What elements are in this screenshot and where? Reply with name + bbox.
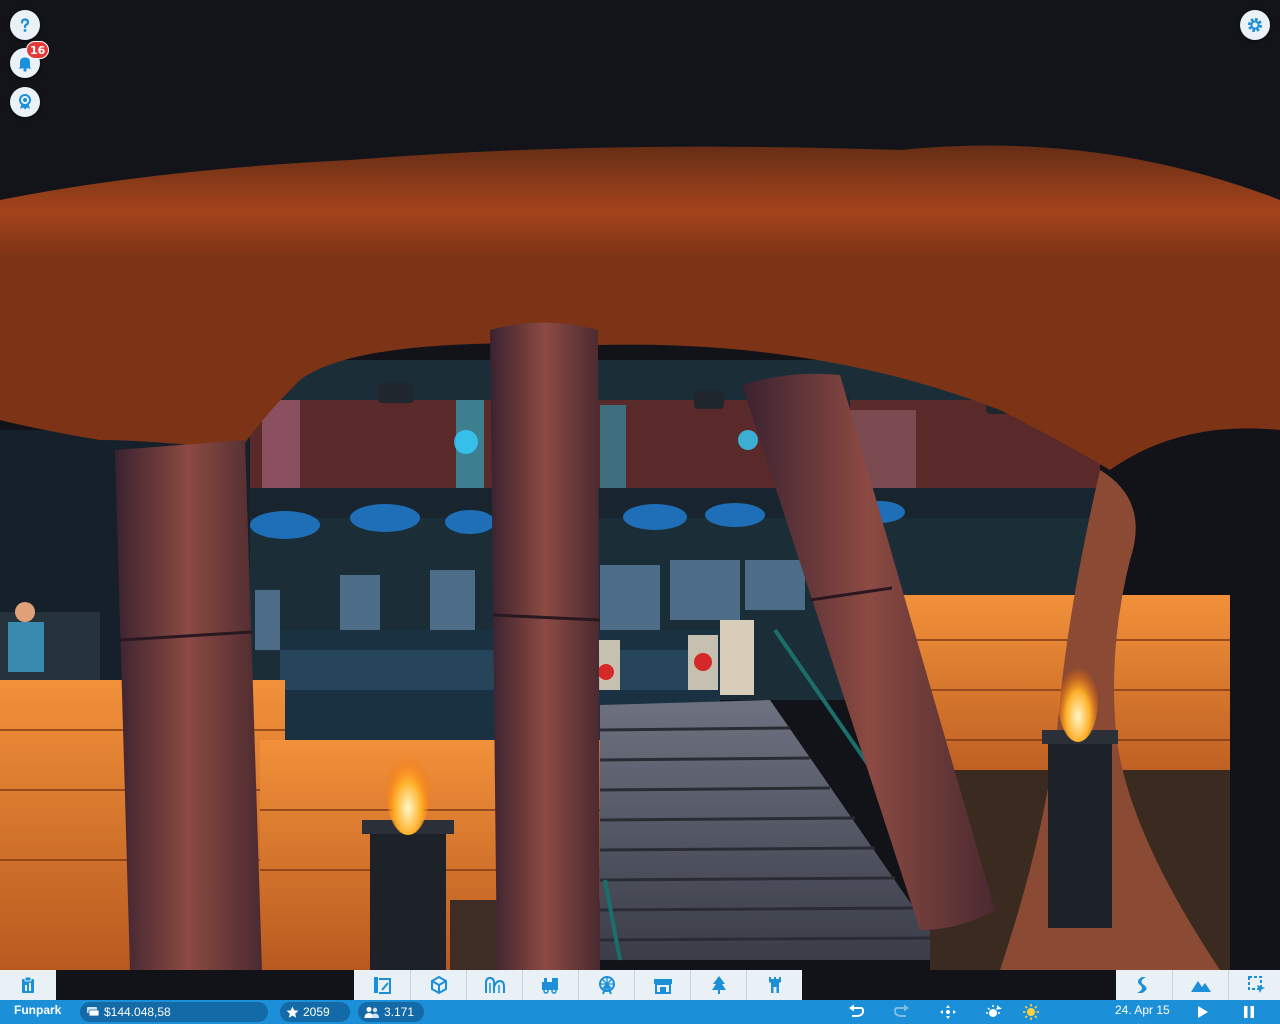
blueprints-button[interactable] [354, 970, 410, 1000]
help-button[interactable] [10, 10, 40, 40]
redo-button[interactable] [891, 1002, 913, 1022]
blueprint-icon [374, 977, 391, 994]
day-night-button[interactable] [983, 1002, 1005, 1022]
cave-scene [0, 0, 1280, 1024]
play-icon [1198, 1006, 1208, 1018]
settings-button[interactable] [1240, 10, 1270, 40]
coaster-icon [484, 976, 505, 993]
selection-icon [1247, 976, 1265, 993]
paths-button[interactable] [1116, 970, 1172, 1000]
clipboard-icon [22, 976, 34, 993]
pause-icon [1244, 1006, 1254, 1018]
path-icon [1137, 977, 1147, 993]
game-viewport[interactable] [0, 0, 1280, 1024]
flat-rides-button[interactable] [578, 970, 634, 1000]
awards-button[interactable] [10, 87, 40, 117]
notification-count-badge: 16 [26, 41, 50, 59]
weather-indicator[interactable] [1020, 1002, 1042, 1022]
award-icon [19, 94, 31, 110]
guests-display[interactable]: 3.171 [358, 1002, 424, 1022]
undo-button[interactable] [845, 1002, 867, 1022]
star-icon [286, 1006, 299, 1018]
transport-rides-button[interactable] [522, 970, 578, 1000]
undo-icon [849, 1004, 865, 1017]
tree-icon [711, 976, 726, 994]
toolbar-center [354, 970, 802, 1000]
camera-mode-button[interactable] [937, 1002, 959, 1022]
toolbar-left [0, 970, 56, 1000]
scenery-button[interactable] [690, 970, 746, 1000]
terrain-button[interactable] [1172, 970, 1228, 1000]
move-arrows-icon [940, 1005, 956, 1019]
themed-buildings-button[interactable] [746, 970, 802, 1000]
coasters-button[interactable] [466, 970, 522, 1000]
park-name[interactable]: Funpark [14, 1003, 61, 1017]
shop-icon [653, 979, 672, 994]
guests-icon [364, 1006, 379, 1018]
train-icon [541, 978, 558, 994]
cash-icon [87, 1007, 100, 1017]
rating-display[interactable]: 2059 [280, 1002, 350, 1022]
money-value: $144.048,58 [104, 1005, 171, 1019]
ferris-wheel-icon [598, 976, 615, 995]
pause-button[interactable] [1238, 1002, 1260, 1022]
toolbar-right [1116, 970, 1280, 1000]
mountain-icon [1190, 981, 1211, 992]
day-night-icon [986, 1005, 1002, 1017]
tower-icon [768, 977, 781, 993]
redo-icon [893, 1004, 909, 1017]
rating-value: 2059 [303, 1005, 330, 1019]
money-display[interactable]: $144.048,58 [80, 1002, 268, 1022]
question-mark-icon [20, 18, 30, 32]
cube-icon [430, 975, 447, 995]
park-management-button[interactable] [0, 970, 56, 1000]
gear-icon [1248, 18, 1262, 32]
date-display: 24. Apr 15 [1115, 1003, 1170, 1017]
construction-button[interactable] [410, 970, 466, 1000]
play-speed-button[interactable] [1192, 1002, 1214, 1022]
shops-button[interactable] [634, 970, 690, 1000]
sun-icon [1023, 1004, 1039, 1020]
selection-button[interactable] [1228, 970, 1280, 1000]
guests-value: 3.171 [384, 1005, 415, 1019]
